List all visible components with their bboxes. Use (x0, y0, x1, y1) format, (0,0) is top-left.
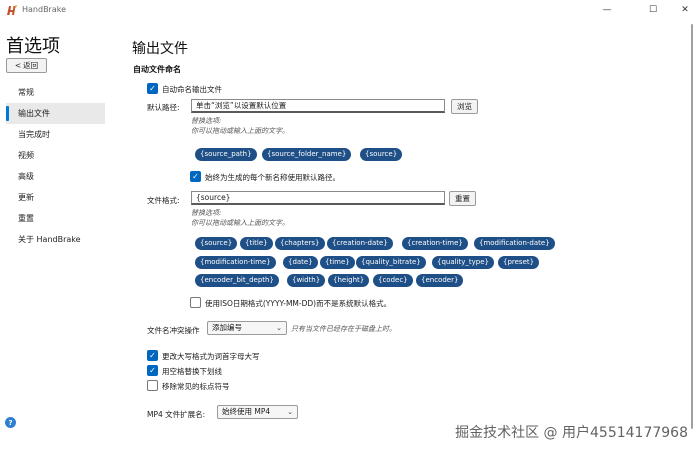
conflict-select[interactable]: 添加编号 ⌄ (207, 321, 287, 335)
file-format-label: 文件格式: (147, 196, 180, 205)
capitalize-label: 更改大写格式为词首字母大写 (162, 352, 260, 361)
mp4-extension-label: MP4 文件扩展名: (147, 410, 206, 419)
iso-date-checkbox[interactable] (190, 297, 201, 308)
tag-source-path[interactable]: {source_path} (195, 148, 257, 161)
tag-quality-bitrate[interactable]: {quality_bitrate} (356, 256, 426, 269)
path-hint-title: 替换选项: (191, 117, 222, 125)
tag-date[interactable]: {date} (283, 256, 318, 269)
iso-date-label: 使用ISO日期格式(YYYY-MM-DD)而不是系统默认格式。 (205, 299, 392, 308)
tag-height[interactable]: {height} (328, 274, 370, 287)
reset-format-button[interactable]: 重置 (449, 191, 476, 206)
mp4-extension-select[interactable]: 始终使用 MP4 ⌄ (217, 405, 298, 419)
browse-button[interactable]: 浏览 (451, 99, 478, 114)
chevron-down-icon: ⌄ (287, 408, 293, 416)
main-content: 输出文件 自动文件命名 ✓ 自动命名输出文件 默认路径: 单击“浏览”以设置默认… (0, 0, 688, 455)
conflict-label: 文件名冲突操作 (147, 326, 200, 335)
chevron-down-icon: ⌄ (276, 324, 282, 332)
tag-encoder-bit-depth[interactable]: {encoder_bit_depth} (195, 274, 279, 287)
tag-modification-date[interactable]: {modification-date} (474, 237, 555, 250)
checkmark-icon: ✓ (149, 83, 156, 93)
tag-chapters[interactable]: {chapters} (275, 237, 325, 250)
tag-preset[interactable]: {preset} (498, 256, 540, 269)
capitalize-checkbox[interactable]: ✓ (147, 350, 158, 361)
path-hint-text: 你可以拖动或输入上面的文字。 (191, 127, 289, 135)
tag-source[interactable]: {source} (360, 148, 403, 161)
auto-name-checkbox[interactable]: ✓ (147, 83, 158, 94)
default-path-label: 默认路径: (147, 103, 180, 112)
auto-name-label: 自动命名输出文件 (162, 85, 222, 94)
conflict-select-value: 添加编号 (212, 323, 242, 332)
section-title: 自动文件命名 (133, 65, 181, 74)
always-default-path-checkbox[interactable]: ✓ (190, 171, 201, 182)
tag-width[interactable]: {width} (287, 274, 326, 287)
scrollbar-thumb[interactable] (691, 24, 693, 429)
tag-creation-time[interactable]: {creation-time} (402, 237, 468, 250)
format-hint-title: 替换选项: (191, 209, 222, 217)
checkmark-icon: ✓ (149, 350, 156, 360)
remove-punctuation-label: 移除常见的标点符号 (162, 382, 230, 391)
format-hint-text: 你可以拖动或输入上面的文字。 (191, 219, 289, 227)
tag-modification-time[interactable]: {modification-time} (195, 256, 276, 269)
tag-encoder[interactable]: {encoder} (416, 274, 464, 287)
watermark: 掘金技术社区 @ 用户45514177968 (455, 425, 688, 441)
tag-quality-type[interactable]: {quality_type} (432, 256, 494, 269)
tag-time[interactable]: {time} (320, 256, 355, 269)
tag-creation-date[interactable]: {creation-date} (327, 237, 393, 250)
conflict-hint: 只有当文件已经存在于磁盘上时。 (291, 325, 396, 333)
tag-codec[interactable]: {codec} (373, 274, 413, 287)
replace-spaces-checkbox[interactable]: ✓ (147, 365, 158, 376)
page-title: 输出文件 (132, 41, 188, 57)
tag-title[interactable]: {title} (240, 237, 273, 250)
file-format-input[interactable]: {source} (191, 191, 445, 205)
always-default-path-label: 始终为生成的每个新名称使用默认路径。 (205, 173, 340, 182)
replace-spaces-label: 用空格替换下划线 (162, 367, 222, 376)
checkmark-icon: ✓ (149, 365, 156, 375)
vertical-scrollbar[interactable] (689, 20, 695, 435)
tag-source-folder-name[interactable]: {source_folder_name} (262, 148, 352, 161)
checkmark-icon: ✓ (192, 171, 199, 181)
mp4-extension-value: 始终使用 MP4 (222, 407, 271, 416)
remove-punctuation-checkbox[interactable] (147, 380, 158, 391)
default-path-input[interactable]: 单击“浏览”以设置默认位置 (191, 99, 445, 113)
tag-source[interactable]: {source} (195, 237, 238, 250)
